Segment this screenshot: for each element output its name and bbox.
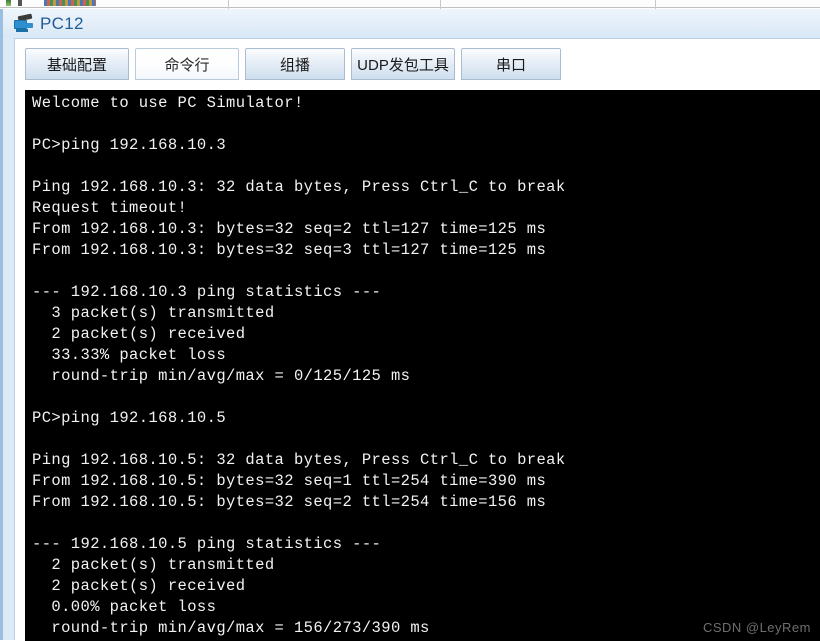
window-content-panel: 基础配置 命令行 组播 UDP发包工具 串口 Welcome to use PC… bbox=[14, 38, 820, 641]
terminal-line: 0.00% packet loss bbox=[32, 598, 217, 616]
tab-bar: 基础配置 命令行 组播 UDP发包工具 串口 bbox=[15, 39, 820, 90]
tab-udp-packet-tool[interactable]: UDP发包工具 bbox=[351, 48, 455, 80]
column-divider bbox=[655, 0, 656, 9]
terminal-line: Request timeout! bbox=[32, 199, 188, 217]
tab-label: 串口 bbox=[495, 56, 526, 74]
terminal-line: 2 packet(s) transmitted bbox=[32, 556, 275, 574]
terminal-line: From 192.168.10.5: bytes=32 seq=2 ttl=25… bbox=[32, 493, 547, 511]
terminal-line: --- 192.168.10.3 ping statistics --- bbox=[32, 283, 382, 301]
tab-label: UDP发包工具 bbox=[357, 56, 449, 74]
pc-simulator-window: PC12 基础配置 命令行 组播 UDP发包工具 串口 Welcome to u… bbox=[0, 9, 820, 641]
terminal-line: 2 packet(s) received bbox=[32, 325, 246, 343]
terminal-line: round-trip min/avg/max = 156/273/390 ms bbox=[32, 619, 430, 637]
terminal-line: From 192.168.10.5: bytes=32 seq=1 ttl=25… bbox=[32, 472, 547, 490]
terminal-line: 3 packet(s) transmitted bbox=[32, 304, 275, 322]
terminal-line: 2 packet(s) received bbox=[32, 577, 246, 595]
background-cut-off-row bbox=[0, 0, 820, 9]
terminal-line: PC>ping 192.168.10.3 bbox=[32, 136, 227, 154]
column-divider bbox=[440, 0, 441, 9]
partial-icon-a bbox=[6, 0, 11, 6]
tab-label: 命令行 bbox=[164, 56, 210, 74]
terminal-line: 33.33% packet loss bbox=[32, 346, 227, 364]
tab-label: 组播 bbox=[279, 56, 310, 74]
terminal-line: From 192.168.10.3: bytes=32 seq=2 ttl=12… bbox=[32, 220, 547, 238]
tab-serial-port[interactable]: 串口 bbox=[461, 48, 561, 80]
terminal-line: PC>ping 192.168.10.5 bbox=[32, 409, 227, 427]
watermark: CSDN @LeyRem bbox=[702, 620, 811, 635]
tab-basic-config[interactable]: 基础配置 bbox=[25, 48, 129, 80]
window-title-bar: PC12 bbox=[3, 9, 820, 38]
tab-command-line[interactable]: 命令行 bbox=[135, 48, 239, 80]
window-title: PC12 bbox=[40, 13, 84, 33]
partial-icon-b bbox=[18, 0, 22, 6]
terminal-line: Welcome to use PC Simulator! bbox=[32, 94, 304, 112]
terminal-line: --- 192.168.10.5 ping statistics --- bbox=[32, 535, 382, 553]
row-divider bbox=[0, 7, 820, 8]
pc-device-icon bbox=[12, 13, 34, 34]
tab-multicast[interactable]: 组播 bbox=[245, 48, 345, 80]
partial-text-row bbox=[44, 0, 96, 6]
column-divider bbox=[228, 0, 229, 9]
terminal-line: Ping 192.168.10.5: 32 data bytes, Press … bbox=[32, 451, 566, 469]
terminal-output[interactable]: Welcome to use PC Simulator! PC>ping 192… bbox=[25, 90, 820, 641]
terminal-line: From 192.168.10.3: bytes=32 seq=3 ttl=12… bbox=[32, 241, 547, 259]
tab-label: 基础配置 bbox=[46, 56, 107, 74]
terminal-line: Ping 192.168.10.3: 32 data bytes, Press … bbox=[32, 178, 566, 196]
terminal-line: round-trip min/avg/max = 0/125/125 ms bbox=[32, 367, 411, 385]
